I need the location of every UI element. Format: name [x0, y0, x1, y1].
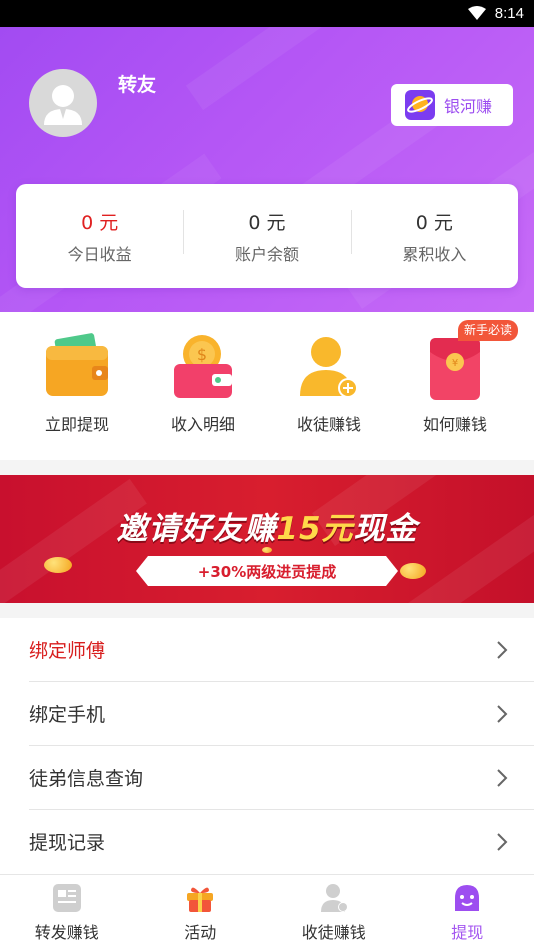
action-label: 立即提现: [44, 415, 109, 434]
chevron-right-icon: [497, 769, 508, 787]
action-withdraw-now[interactable]: 立即提现: [14, 312, 140, 460]
stat-label: 今日收益: [67, 244, 132, 264]
galaxy-earn-label: 银河赚: [444, 97, 493, 116]
stat-total-income[interactable]: 0 元 累积收入: [350, 208, 518, 265]
menu-item-label: 绑定师傅: [29, 640, 106, 662]
galaxy-earn-button[interactable]: 银河赚: [391, 84, 513, 126]
user-icon: [44, 85, 82, 125]
menu-item-bind-master[interactable]: 绑定师傅: [29, 618, 534, 682]
tab-withdraw[interactable]: 提现: [401, 875, 534, 949]
chevron-right-icon: [497, 705, 508, 723]
stat-account-balance[interactable]: 0 元 账户余额: [183, 208, 350, 265]
red-envelope-icon: ¥: [420, 332, 490, 404]
action-recruit-earn[interactable]: 收徒赚钱: [266, 312, 392, 460]
menu-item-label: 徒弟信息查询: [29, 768, 144, 790]
banner-title-prefix: 邀请好友赚: [116, 511, 277, 547]
menu-item-apprentice-info[interactable]: 徒弟信息查询: [29, 746, 534, 810]
news-icon: [52, 884, 81, 912]
invite-banner[interactable]: 邀请好友赚15元现金 +30%两级进贡提成: [0, 475, 534, 603]
stat-label: 账户余额: [234, 244, 299, 264]
coin-wallet-icon: $: [168, 332, 238, 404]
tab-label: 转发赚钱: [34, 923, 99, 942]
svg-text:$: $: [197, 345, 207, 364]
chevron-right-icon: [497, 641, 508, 659]
action-label: 收徒赚钱: [296, 415, 361, 434]
tab-label: 提现: [451, 923, 484, 942]
person-add-icon: [320, 884, 348, 912]
wifi-icon: [468, 6, 486, 20]
gift-icon: [187, 887, 214, 912]
banner-title: 邀请好友赚15元现金: [0, 503, 534, 548]
coin-icon: [400, 563, 426, 579]
wallet-icon: [42, 332, 112, 404]
stat-label: 累积收入: [402, 244, 467, 264]
stat-value: 0 元: [415, 211, 453, 234]
tab-share-earn[interactable]: 转发赚钱: [0, 875, 134, 949]
newbie-badge: 新手必读: [457, 320, 518, 341]
stat-value: 0 元: [248, 211, 286, 234]
menu-item-label: 提现记录: [29, 832, 106, 854]
profile-header: 转友 银河赚 0 元 今日收益 0 元 账户余额 0 元 累积收入: [0, 27, 534, 312]
status-bar: 8:14: [0, 0, 534, 27]
earnings-card: 0 元 今日收益 0 元 账户余额 0 元 累积收入: [16, 184, 518, 288]
menu-item-label: 绑定手机: [29, 704, 106, 726]
quick-actions: 立即提现 $ 收入明细 收徒赚钱 ¥ 如何赚钱: [0, 312, 534, 460]
menu-item-bind-phone[interactable]: 绑定手机: [29, 682, 534, 746]
stat-today-earnings[interactable]: 0 元 今日收益: [16, 208, 183, 265]
banner-title-highlight: 15元: [276, 511, 354, 547]
planet-icon: [405, 90, 435, 120]
action-label: 收入明细: [170, 415, 235, 434]
banner-subtitle: +30%两级进贡提成: [136, 556, 398, 586]
tab-recruit-earn[interactable]: 收徒赚钱: [267, 875, 401, 949]
status-time: 8:14: [494, 5, 524, 22]
tab-label: 收徒赚钱: [301, 923, 366, 942]
avatar[interactable]: [29, 69, 97, 137]
ghost-face-icon: [455, 885, 480, 911]
chevron-right-icon: [497, 833, 508, 851]
svg-text:¥: ¥: [452, 358, 458, 369]
coin-icon: [44, 557, 72, 573]
add-person-icon: [294, 332, 364, 404]
settings-menu: 绑定师傅 绑定手机 徒弟信息查询 提现记录: [0, 618, 534, 874]
menu-item-withdraw-history[interactable]: 提现记录: [29, 810, 534, 874]
stat-value: 0 元: [81, 211, 119, 234]
action-label: 如何赚钱: [422, 415, 487, 434]
bottom-tab-bar: 转发赚钱 活动 收徒赚钱 提现: [0, 874, 534, 949]
banner-title-suffix: 现金: [353, 511, 418, 547]
username: 转友: [118, 74, 157, 96]
tab-label: 活动: [184, 923, 217, 942]
action-income-detail[interactable]: $ 收入明细: [140, 312, 266, 460]
tab-activity[interactable]: 活动: [134, 875, 268, 949]
